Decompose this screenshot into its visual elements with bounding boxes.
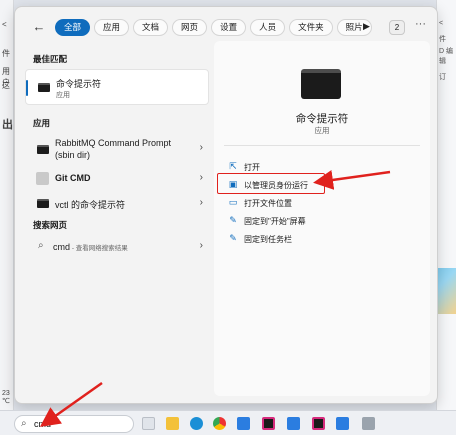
arrow-to-search-box (39, 381, 103, 427)
arrow-to-admin-action (313, 170, 391, 190)
annotation-arrows (39, 170, 391, 427)
